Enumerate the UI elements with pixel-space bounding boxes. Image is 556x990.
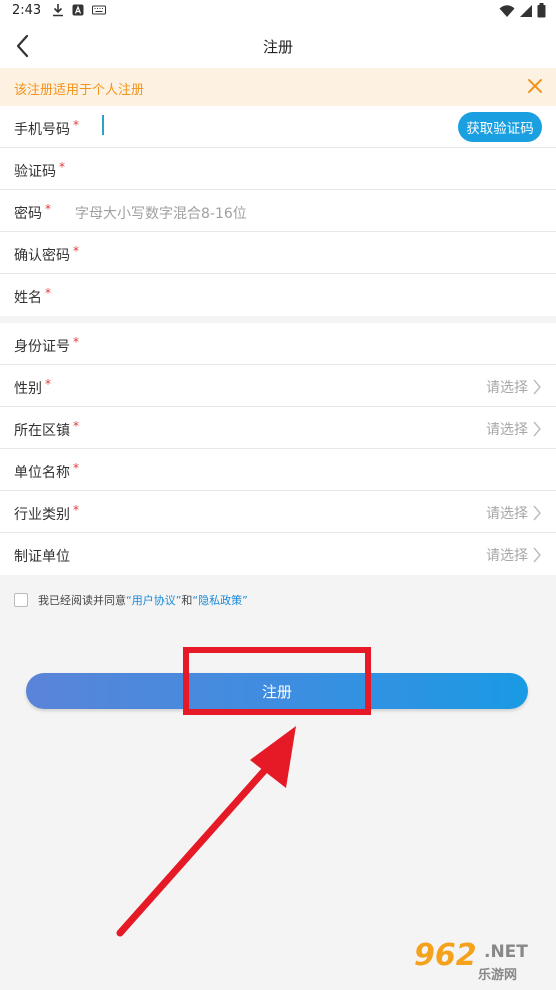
issuer-select[interactable]: 请选择 xyxy=(486,545,542,565)
gender-row[interactable]: 性别 * 请选择 xyxy=(0,365,556,407)
industry-select[interactable]: 请选择 xyxy=(486,503,542,523)
status-system-icons xyxy=(499,3,546,18)
app-a-icon xyxy=(72,4,84,16)
keyboard-icon xyxy=(92,5,106,15)
phone-input-cursor[interactable] xyxy=(102,115,104,135)
id-number-row[interactable]: 身份证号 * xyxy=(0,323,556,365)
issuer-row[interactable]: 制证单位 请选择 xyxy=(0,533,556,575)
name-row[interactable]: 姓名 * xyxy=(0,274,556,316)
agreement-and: 和 xyxy=(181,594,193,607)
profile-form-group: 身份证号 * 性别 * 请选择 所在区镇 * 请选择 单位名称 * 行业类别 * 请选择 … xyxy=(0,323,556,575)
highlight-box xyxy=(183,647,371,715)
company-label: 单位名称 * xyxy=(14,461,79,481)
chevron-right-icon xyxy=(533,421,541,437)
status-notification-icons xyxy=(52,3,106,17)
required-mark: * xyxy=(45,286,51,300)
close-icon[interactable] xyxy=(526,77,544,95)
watermark-logo: 962 .NET 乐游网 xyxy=(408,936,548,986)
agreement-row: 我已经阅读并同意 “用户协议” 和 “隐私政策” xyxy=(14,590,248,610)
password-row[interactable]: 密码 * 字母大小写数字混合8-16位 xyxy=(0,190,556,232)
required-mark: * xyxy=(73,419,79,433)
gender-select[interactable]: 请选择 xyxy=(486,377,542,397)
chevron-right-icon xyxy=(533,547,541,563)
issuer-label: 制证单位 xyxy=(14,549,70,565)
required-mark: * xyxy=(73,503,79,517)
required-mark: * xyxy=(73,244,79,258)
industry-row[interactable]: 行业类别 * 请选择 xyxy=(0,491,556,533)
get-code-button[interactable]: 获取验证码 xyxy=(458,112,542,142)
annotation-arrow-icon xyxy=(116,726,296,937)
code-label: 验证码 * xyxy=(14,160,65,180)
privacy-policy-link[interactable]: “隐私政策” xyxy=(192,592,247,608)
required-mark: * xyxy=(45,377,51,391)
agreement-prefix: 我已经阅读并同意 xyxy=(38,594,126,607)
watermark-domain: .NET xyxy=(484,942,528,962)
required-mark: * xyxy=(73,118,79,132)
confirm-password-row[interactable]: 确认密码 * xyxy=(0,232,556,274)
chevron-right-icon xyxy=(533,379,541,395)
status-time: 2:43 xyxy=(12,3,42,18)
status-bar: 2:43 xyxy=(0,0,556,24)
chevron-right-icon xyxy=(533,505,541,521)
required-mark: * xyxy=(59,160,65,174)
gender-label: 性别 * xyxy=(14,377,51,397)
phone-label: 手机号码 * xyxy=(14,118,79,138)
watermark-name: 乐游网 xyxy=(478,968,518,983)
battery-icon xyxy=(537,3,546,18)
account-form-group: 手机号码 * 获取验证码 验证码 * 密码 * 字母大小写数字混合8-16位 确认密码… xyxy=(0,106,556,316)
district-label: 所在区镇 * xyxy=(14,419,79,439)
name-label: 姓名 * xyxy=(14,286,51,306)
code-row[interactable]: 验证码 * xyxy=(0,148,556,190)
required-mark: * xyxy=(73,461,79,475)
wifi-icon xyxy=(499,4,515,17)
signal-icon xyxy=(520,4,532,17)
notice-text: 该注册适用于个人注册 xyxy=(14,83,145,98)
agreement-checkbox[interactable] xyxy=(14,593,28,607)
watermark-brand: 962 xyxy=(414,938,477,973)
required-mark: * xyxy=(45,202,51,216)
page-title: 注册 xyxy=(262,38,293,56)
industry-label: 行业类别 * xyxy=(14,503,79,523)
confirm-password-label: 确认密码 * xyxy=(14,244,79,264)
password-input[interactable]: 字母大小写数字混合8-16位 xyxy=(75,203,247,223)
nav-bar: 注册 xyxy=(0,24,556,68)
id-number-label: 身份证号 * xyxy=(14,335,79,355)
company-row[interactable]: 单位名称 * xyxy=(0,449,556,491)
notice-banner: 该注册适用于个人注册 xyxy=(0,68,556,106)
required-mark: * xyxy=(73,335,79,349)
user-agreement-link[interactable]: “用户协议” xyxy=(126,592,181,608)
phone-row[interactable]: 手机号码 * 获取验证码 xyxy=(0,106,556,148)
district-select[interactable]: 请选择 xyxy=(486,419,542,439)
password-label: 密码 * xyxy=(14,202,51,222)
download-icon xyxy=(53,4,63,17)
district-row[interactable]: 所在区镇 * 请选择 xyxy=(0,407,556,449)
